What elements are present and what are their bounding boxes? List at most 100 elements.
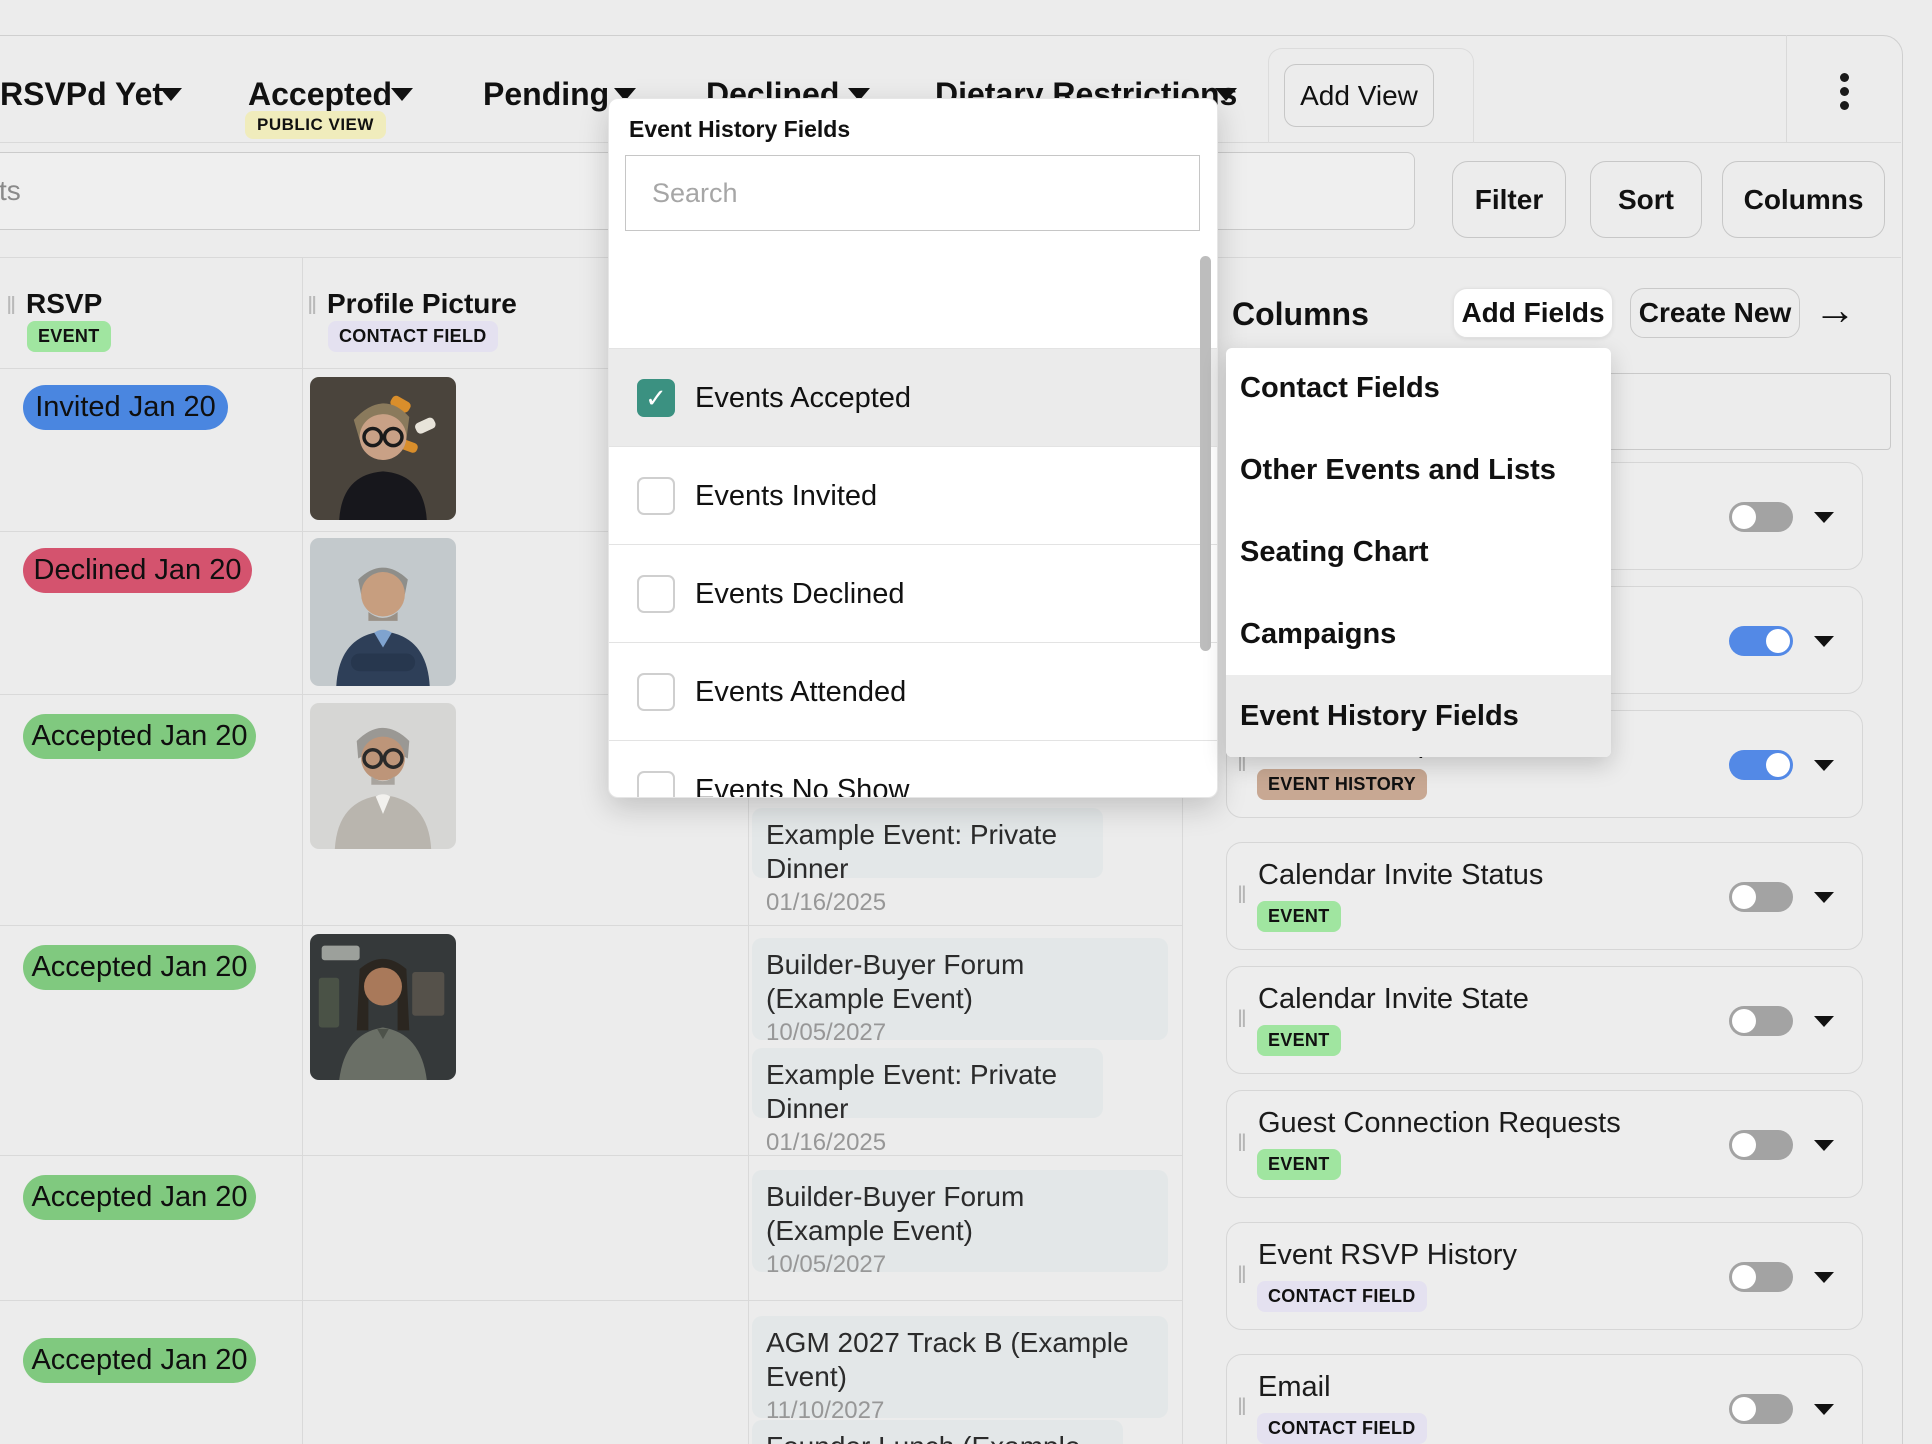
public-view-badge: PUBLIC VIEW <box>245 111 386 139</box>
option-label: Events No Show <box>695 741 909 798</box>
chevron-down-icon[interactable] <box>1814 1404 1834 1415</box>
submenu-item-campaigns[interactable]: Campaigns <box>1226 593 1611 675</box>
option-label: Events Attended <box>695 643 906 741</box>
event-history-chip: AGM 2027 Track B (Example Event) 11/10/2… <box>752 1316 1168 1418</box>
drag-handle-icon[interactable]: ‖ <box>6 292 14 321</box>
rsvp-status-pill: Accepted Jan 20 <box>23 1175 256 1220</box>
scrollbar[interactable] <box>1200 256 1211 651</box>
filter-button[interactable]: Filter <box>1452 161 1566 238</box>
chevron-down-icon[interactable] <box>1814 760 1834 771</box>
toggle-knob <box>1732 885 1756 909</box>
event-title: Builder-Buyer Forum (Example Event) <box>766 948 1138 1016</box>
column-visibility-toggle[interactable] <box>1729 1130 1793 1160</box>
option-events-declined[interactable]: Events Declined <box>609 544 1218 643</box>
add-fields-button[interactable]: Add Fields <box>1453 288 1613 338</box>
column-visibility-toggle[interactable] <box>1729 626 1793 656</box>
column-card-calendar-invite-state[interactable]: ‖ Calendar Invite State EVENT <box>1226 966 1863 1074</box>
column-visibility-toggle[interactable] <box>1729 882 1793 912</box>
checkbox-icon[interactable] <box>637 575 675 613</box>
column-card-event-rsvp-history[interactable]: ‖ Event RSVP History CONTACT FIELD <box>1226 1222 1863 1330</box>
sort-button[interactable]: Sort <box>1590 161 1702 238</box>
chevron-down-icon[interactable] <box>1814 512 1834 523</box>
drag-handle-icon[interactable]: ‖ <box>1237 1262 1245 1290</box>
toggle-knob <box>1732 505 1756 529</box>
chevron-down-icon[interactable] <box>1814 1272 1834 1283</box>
column-card-title: Guest Connection Requests <box>1258 1107 1621 1140</box>
dropdown-search-input[interactable]: Search <box>625 155 1200 231</box>
column-header-rsvp[interactable]: RSVP <box>26 288 102 320</box>
submenu-item-contact-fields[interactable]: Contact Fields <box>1226 348 1611 430</box>
rsvp-status-pill: Accepted Jan 20 <box>23 1338 256 1383</box>
tab-pending[interactable]: Pending <box>483 76 609 113</box>
checkbox-icon[interactable] <box>637 673 675 711</box>
chevron-down-icon[interactable] <box>1215 88 1237 101</box>
column-header-profile-picture[interactable]: Profile Picture <box>327 288 517 320</box>
search-placeholder: Search <box>626 178 738 209</box>
columns-button[interactable]: Columns <box>1722 161 1885 238</box>
rsvp-status-pill: Accepted Jan 20 <box>23 945 256 990</box>
column-type-badge: CONTACT FIELD <box>1257 1413 1427 1444</box>
column-card-title: Email <box>1258 1371 1331 1404</box>
tab-rsvpd-yet[interactable]: RSVPd Yet <box>0 76 163 113</box>
option-label: Events Accepted <box>695 349 911 447</box>
column-divider <box>302 257 303 1444</box>
checkbox-icon[interactable] <box>637 771 675 798</box>
column-card-title: Calendar Invite State <box>1258 983 1529 1016</box>
column-card-guest-connection-requests[interactable]: ‖ Guest Connection Requests EVENT <box>1226 1090 1863 1198</box>
checkbox-icon[interactable] <box>637 477 675 515</box>
drag-handle-icon[interactable]: ‖ <box>307 292 315 321</box>
event-history-chip: Example Event: Private Dinner 01/16/2025 <box>752 1048 1103 1118</box>
arrow-right-icon[interactable]: → <box>1814 286 1856 334</box>
chevron-down-icon[interactable] <box>1814 1016 1834 1027</box>
person-portrait-icon <box>310 538 456 686</box>
person-portrait-icon <box>310 377 456 520</box>
column-card-calendar-invite-status[interactable]: ‖ Calendar Invite Status EVENT <box>1226 842 1863 950</box>
event-date: 10/05/2027 <box>766 1018 1154 1048</box>
search-input-value: ts <box>0 175 21 207</box>
column-visibility-toggle[interactable] <box>1729 1006 1793 1036</box>
column-type-badge: EVENT <box>1257 901 1341 932</box>
column-visibility-toggle[interactable] <box>1729 750 1793 780</box>
column-type-badge: EVENT <box>1257 1149 1341 1180</box>
event-history-chip: Example Event: Private Dinner 01/16/2025 <box>752 808 1103 878</box>
event-title: AGM 2027 Track B (Example Event) <box>766 1326 1138 1394</box>
chevron-down-icon[interactable] <box>1814 636 1834 647</box>
toggle-knob <box>1766 629 1790 653</box>
toggle-knob <box>1766 753 1790 777</box>
guest-table-page: RSVPd Yet Accepted PUBLIC VIEW Pending D… <box>0 0 1932 1444</box>
column-card-email[interactable]: ‖ Email CONTACT FIELD <box>1226 1354 1863 1444</box>
submenu-item-seating-chart[interactable]: Seating Chart <box>1226 512 1611 594</box>
drag-handle-icon[interactable]: ‖ <box>1237 1006 1245 1034</box>
option-events-attended[interactable]: Events Attended <box>609 642 1218 741</box>
option-label: Events Invited <box>695 447 877 545</box>
chevron-down-icon[interactable] <box>160 88 182 101</box>
toolbar-right-divider <box>1786 35 1787 142</box>
tab-accepted[interactable]: Accepted <box>248 76 392 113</box>
option-events-accepted[interactable]: Events Accepted <box>609 348 1218 447</box>
drag-handle-icon[interactable]: ‖ <box>1237 882 1245 910</box>
column-card-title: Event RSVP History <box>1258 1239 1517 1272</box>
chevron-down-icon[interactable] <box>1814 1140 1834 1151</box>
profile-photo <box>310 934 456 1080</box>
profile-photo <box>310 703 456 849</box>
create-new-button[interactable]: Create New <box>1630 288 1800 338</box>
column-visibility-toggle[interactable] <box>1729 1262 1793 1292</box>
rsvp-status-pill: Declined Jan 20 <box>23 548 252 593</box>
chevron-down-icon[interactable] <box>391 88 413 101</box>
option-events-no-show[interactable]: Events No Show <box>609 740 1218 798</box>
submenu-item-event-history-fields[interactable]: Event History Fields <box>1226 675 1611 757</box>
chevron-down-icon[interactable] <box>1814 892 1834 903</box>
column-visibility-toggle[interactable] <box>1729 1394 1793 1424</box>
drag-handle-icon[interactable]: ‖ <box>1237 1130 1245 1158</box>
kebab-dot <box>1840 87 1849 96</box>
rsvp-status-pill: Invited Jan 20 <box>23 385 228 430</box>
drag-handle-icon[interactable]: ‖ <box>1237 1394 1245 1422</box>
checkbox-icon[interactable] <box>637 379 675 417</box>
add-view-button[interactable]: Add View <box>1284 64 1434 127</box>
toggle-knob <box>1732 1265 1756 1289</box>
add-fields-submenu: Contact Fields Other Events and Lists Se… <box>1226 348 1611 757</box>
option-events-invited[interactable]: Events Invited <box>609 446 1218 545</box>
submenu-item-other-events-and-lists[interactable]: Other Events and Lists <box>1226 430 1611 512</box>
event-history-chip: Founder Lunch (Example Event) <box>752 1420 1123 1444</box>
column-visibility-toggle[interactable] <box>1729 502 1793 532</box>
